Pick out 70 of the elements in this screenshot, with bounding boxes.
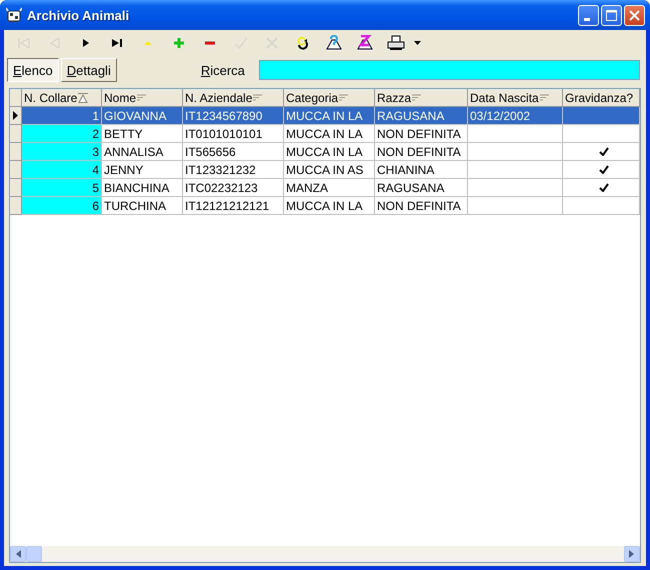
table-cell: 5: [22, 179, 102, 197]
view-tab[interactable]: Dettagli: [60, 58, 117, 82]
table-row[interactable]: 4 JENNY IT123321232 MUCCA IN AS CHIANINA: [10, 161, 640, 179]
scroll-thumb[interactable]: [26, 546, 42, 562]
table-cell: IT565656: [183, 143, 284, 161]
table-cell: CHIANINA: [375, 161, 468, 179]
column-header[interactable]: Nome: [102, 89, 183, 107]
column-header[interactable]: Categoria: [284, 89, 375, 107]
table-cell: 3: [22, 143, 102, 161]
current-row-icon: [13, 111, 18, 120]
column-header[interactable]: Razza: [375, 89, 468, 107]
column-header[interactable]: Gravidanza?: [563, 89, 640, 107]
table-cell: GIOVANNA: [102, 107, 183, 125]
table-cell: IT0101010101: [183, 125, 284, 143]
table-cell: MUCCA IN LA: [284, 107, 375, 125]
scroll-right-button[interactable]: [624, 546, 640, 562]
table-cell: IT1234567890: [183, 107, 284, 125]
table-cell: MUCCA IN AS: [284, 161, 375, 179]
table-cell: 03/12/2002: [468, 107, 563, 125]
table-cell: MUCCA IN LA: [284, 125, 375, 143]
table-cell: 6: [22, 197, 102, 215]
right-arrow-icon: [629, 550, 635, 558]
cow-icon: [6, 7, 22, 23]
horizontal-scrollbar[interactable]: [10, 546, 640, 562]
sort-ascending-icon: [78, 92, 88, 102]
view-tab[interactable]: Elenco: [7, 58, 59, 82]
sort-icon: [412, 94, 422, 101]
window-title: Archivio Animali: [27, 8, 130, 22]
table-cell: NON DEFINITA: [375, 143, 468, 161]
table-cell: BETTY: [102, 125, 183, 143]
table-cell: MANZA: [284, 179, 375, 197]
sort-icon: [253, 94, 262, 101]
close-button[interactable]: [624, 4, 645, 26]
scroll-left-button[interactable]: [10, 546, 26, 562]
table-cell: RAGUSANA: [375, 179, 468, 197]
table-cell: NON DEFINITA: [375, 197, 468, 215]
column-header[interactable]: N. Collare: [22, 89, 102, 107]
table-cell: ITC02232123: [183, 179, 284, 197]
sort-icon: [339, 94, 348, 101]
corner-header: [10, 89, 22, 107]
table-cell: TURCHINA: [102, 197, 183, 215]
table-cell: MUCCA IN LA: [284, 197, 375, 215]
table-row[interactable]: 6 TURCHINA IT12121212121 MUCCA IN LA NON DEFINITA: [10, 197, 640, 215]
close-icon: [629, 10, 640, 20]
table-row[interactable]: 3 ANNALISA IT565656 MUCCA IN LA NON DEFINITA: [10, 143, 640, 161]
table-row[interactable]: 1 GIOVANNA IT1234567890 MUCCA IN LA RAGUSANA 03/12/2002: [10, 107, 640, 125]
table-row[interactable]: 5 BIANCHINA ITC02232123 MANZA RAGUSANA: [10, 179, 640, 197]
table-cell: RAGUSANA: [375, 107, 468, 125]
maximize-button[interactable]: [601, 4, 622, 26]
column-header[interactable]: N. Aziendale: [183, 89, 284, 107]
search-field[interactable]: [258, 60, 640, 80]
search-label: Ricerca: [200, 62, 245, 78]
table-cell: 4: [22, 161, 102, 179]
maximize-icon: [606, 10, 617, 20]
minimize-button[interactable]: [578, 4, 599, 26]
column-header[interactable]: Data Nascita: [468, 89, 563, 107]
left-arrow-icon: [15, 550, 21, 558]
table-cell: BIANCHINA: [102, 179, 183, 197]
table-cell: NON DEFINITA: [375, 125, 468, 143]
minimize-icon: [584, 18, 590, 20]
sort-icon: [540, 94, 549, 101]
table-cell: MUCCA IN LA: [284, 143, 375, 161]
row-indicator[interactable]: [10, 107, 22, 125]
table-row[interactable]: 2 BETTY IT0101010101 MUCCA IN LA NON DEFINITA: [10, 125, 640, 143]
table-cell: IT123321232: [183, 161, 284, 179]
table-cell: ANNALISA: [102, 143, 183, 161]
table-cell: 2: [22, 125, 102, 143]
sort-icon: [137, 94, 146, 101]
table-cell: IT12121212121: [183, 197, 284, 215]
table-cell: JENNY: [102, 161, 183, 179]
